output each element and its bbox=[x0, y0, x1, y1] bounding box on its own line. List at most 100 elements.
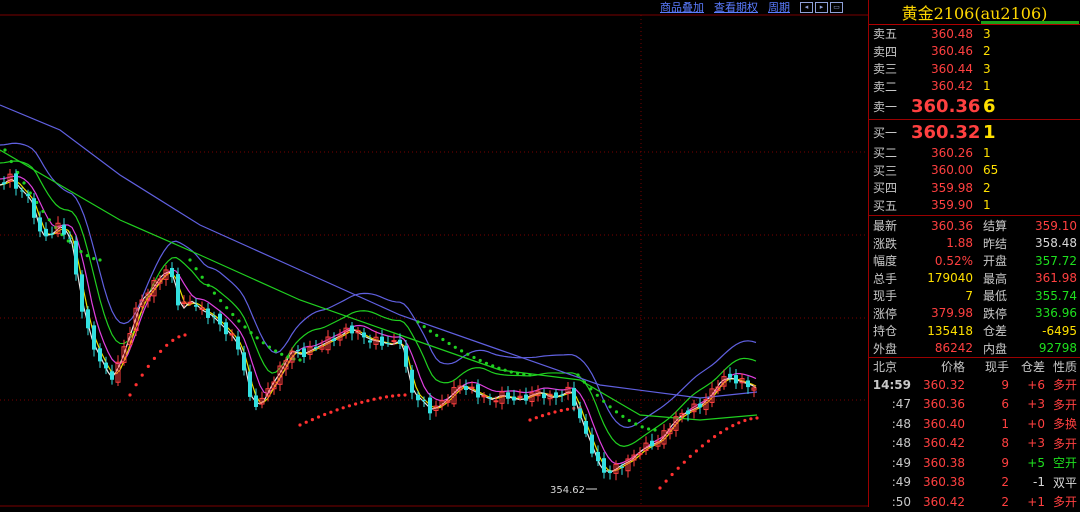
sar-dot bbox=[453, 345, 457, 349]
bid-level-volume: 1 bbox=[983, 145, 991, 160]
trade-nature: 多开 bbox=[1052, 436, 1077, 451]
ask-level-price: 360.42 bbox=[931, 79, 973, 94]
sar-dot bbox=[335, 408, 339, 412]
sar-dot bbox=[323, 412, 327, 417]
window-icon[interactable]: ▭ bbox=[830, 1, 843, 13]
sar-dot bbox=[159, 349, 163, 353]
sar-dot bbox=[713, 435, 717, 439]
ask-level-volume: 3 bbox=[983, 26, 991, 41]
sar-dot bbox=[658, 486, 662, 490]
candle-body-down bbox=[104, 362, 108, 369]
sar-dot bbox=[608, 405, 612, 409]
candle-body-down bbox=[746, 380, 750, 388]
sar-dot bbox=[731, 424, 735, 428]
stat-row: 涨跌 1.88 昨结 358.48 bbox=[869, 235, 1080, 253]
trade-qty: 8 bbox=[1001, 436, 1009, 451]
change-bar bbox=[981, 21, 1079, 24]
sar-dot bbox=[528, 418, 532, 422]
candle-body-down bbox=[380, 336, 384, 346]
zoom-out-icon[interactable]: ▸ bbox=[815, 1, 828, 13]
sar-dot bbox=[403, 393, 407, 397]
sar-dot bbox=[200, 275, 204, 279]
stat-row: 涨停 379.98 跌停 336.96 bbox=[869, 305, 1080, 323]
candle-body-down bbox=[80, 274, 84, 312]
candle-body-down bbox=[404, 345, 408, 367]
candle-body-down bbox=[26, 193, 30, 197]
trade-nature: 空开 bbox=[1052, 456, 1077, 471]
sar-dot bbox=[491, 364, 495, 368]
trade-row: :49 360.38 2 -1 双平 bbox=[869, 473, 1080, 493]
sar-dot bbox=[41, 209, 45, 213]
candle-body-down bbox=[728, 373, 732, 378]
sar-dot bbox=[188, 258, 192, 262]
candle-body-down bbox=[44, 228, 48, 237]
stat-value-2: 359.10 bbox=[1035, 218, 1077, 233]
trades-header-nature: 性质 bbox=[1052, 360, 1077, 374]
sar-dot bbox=[372, 397, 376, 401]
trade-diff: +3 bbox=[1027, 436, 1045, 451]
ask-levels: 卖五 360.48 3 卖四 360.46 2 卖三 360.44 3 卖二 360.42 1 卖一 36… bbox=[869, 25, 1080, 118]
candle-body-down bbox=[542, 393, 546, 399]
candle-body-down bbox=[302, 348, 306, 357]
candle-body-down bbox=[476, 384, 480, 398]
candle-body-down bbox=[398, 339, 402, 344]
ask-level-price: 360.46 bbox=[931, 44, 973, 59]
trade-time: :47 bbox=[891, 397, 911, 412]
bid-level-price: 360.00 bbox=[931, 163, 973, 178]
sar-dot bbox=[183, 333, 187, 337]
sar-dot bbox=[237, 319, 241, 323]
trade-price: 360.42 bbox=[923, 436, 965, 451]
sar-dot bbox=[329, 410, 333, 414]
sar-dot bbox=[79, 250, 83, 254]
stat-value: 1.88 bbox=[946, 236, 973, 251]
ask-level-price: 360.44 bbox=[931, 61, 973, 76]
candle-body-down bbox=[698, 403, 702, 408]
kline-chart[interactable]: 354.62 bbox=[0, 0, 868, 507]
candle-body-up bbox=[469, 386, 475, 389]
candle-body-down bbox=[416, 394, 420, 401]
stat-value: 0.52% bbox=[934, 253, 973, 268]
candle-body-down bbox=[86, 309, 90, 329]
candle-body-down bbox=[590, 434, 594, 454]
candle-body-down bbox=[236, 336, 240, 350]
overlay-commodity-link[interactable]: 商品叠加 bbox=[660, 0, 704, 15]
trade-row: :49 360.38 9 +5 空开 bbox=[869, 453, 1080, 473]
sar-dot bbox=[146, 364, 150, 368]
zoom-in-icon[interactable]: ◂ bbox=[800, 1, 813, 13]
candle-body-down bbox=[578, 408, 582, 419]
trade-price: 360.38 bbox=[923, 475, 965, 490]
candle-body-down bbox=[572, 387, 576, 406]
sar-dot bbox=[749, 417, 753, 421]
sar-dot bbox=[472, 355, 476, 360]
bid-level: 买二 360.26 1 bbox=[869, 144, 1080, 162]
trades-header-price: 价格 bbox=[940, 360, 965, 374]
bid-level-price: 359.98 bbox=[931, 180, 973, 195]
bid-level-volume: 1 bbox=[983, 122, 996, 143]
candle-body-down bbox=[734, 375, 738, 384]
chart-toolbar: 商品叠加 查看期权 周期 ◂ ▸ ▭ bbox=[660, 0, 843, 14]
trades-header-location: 北京 bbox=[873, 360, 898, 374]
trade-diff: +6 bbox=[1027, 377, 1045, 392]
ask-level-volume: 3 bbox=[983, 61, 991, 76]
stat-value-2: 357.72 bbox=[1035, 253, 1077, 268]
candle-body-down bbox=[464, 386, 468, 390]
ask-level-price: 360.36 bbox=[911, 96, 981, 117]
view-options-link[interactable]: 查看期权 bbox=[714, 0, 758, 15]
bid-level-volume: 65 bbox=[983, 163, 999, 178]
candle-body-down bbox=[110, 371, 114, 380]
sar-dot bbox=[653, 428, 657, 432]
sar-dot bbox=[435, 333, 439, 337]
trade-nature: 多开 bbox=[1052, 397, 1077, 412]
bid-levels: 买一 360.32 1 买二 360.26 1 买三 360.00 65 买四 359.98 2 买五 3… bbox=[869, 121, 1080, 214]
trade-time: :49 bbox=[891, 475, 911, 490]
trades-header-qty: 现手 bbox=[984, 360, 1009, 374]
period-link[interactable]: 周期 bbox=[768, 0, 790, 15]
sar-dot bbox=[589, 387, 593, 391]
sar-dot bbox=[261, 341, 265, 345]
sar-dot bbox=[688, 454, 692, 458]
sar-dot bbox=[497, 366, 501, 370]
low-annotation: 354.62 bbox=[550, 485, 597, 496]
trade-nature: 双平 bbox=[1052, 475, 1077, 490]
stat-label: 总手 bbox=[873, 271, 898, 286]
stat-value-2: 361.98 bbox=[1035, 271, 1077, 286]
